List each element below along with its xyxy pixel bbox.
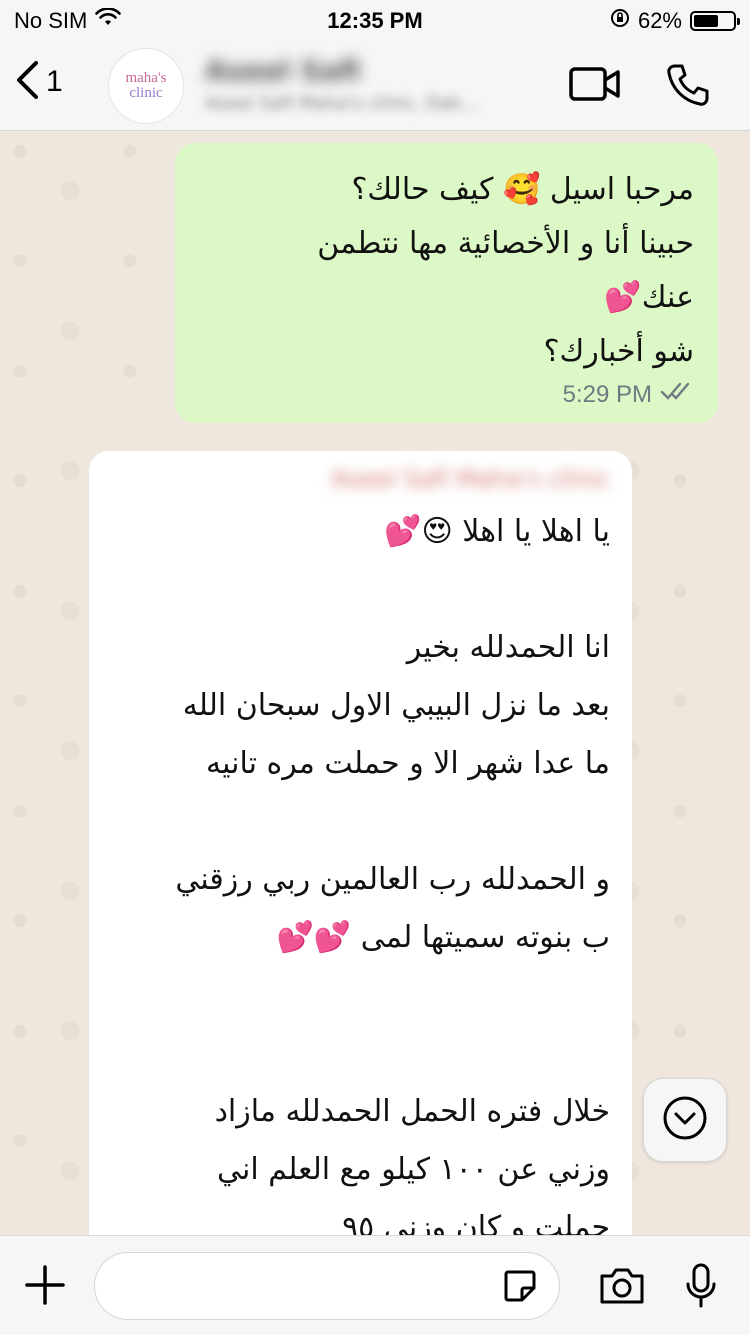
chevron-down-circle-icon [661, 1094, 709, 1146]
voice-call-button[interactable] [665, 62, 711, 112]
message-text-line: خلال فتره الحمل الحمدلله مازاد [214, 1094, 610, 1129]
camera-button[interactable] [598, 1266, 646, 1310]
status-bar: No SIM 12:35 PM 62% [0, 0, 750, 40]
message-text-line: مرحبا اسيل 🥰 كيف حالك؟ [351, 172, 694, 207]
status-right: 62% [610, 8, 740, 34]
sticker-icon [502, 1270, 538, 1308]
camera-icon [598, 1268, 646, 1310]
outgoing-message[interactable]: مرحبا اسيل 🥰 كيف حالك؟ حبينا أنا و الأخص… [175, 143, 718, 423]
chevron-left-icon [14, 60, 40, 104]
microphone-button[interactable] [684, 1262, 718, 1314]
chat-area[interactable]: مرحبا اسيل 🥰 كيف حالك؟ حبينا أنا و الأخص… [0, 131, 750, 1235]
message-meta: 5:29 PM [563, 380, 694, 409]
battery-level [694, 15, 718, 27]
video-call-button[interactable] [568, 64, 622, 108]
battery-icon [690, 11, 740, 31]
unread-count: 1 [46, 65, 63, 98]
scroll-to-bottom-button[interactable] [643, 1078, 727, 1162]
message-input[interactable] [117, 1253, 501, 1315]
message-text-line: انا الحمدلله بخير [406, 630, 610, 665]
avatar-logo-line1: maha's [125, 70, 167, 86]
plus-icon [24, 1265, 66, 1310]
message-field[interactable] [94, 1252, 560, 1320]
video-camera-icon [568, 67, 622, 108]
attach-button[interactable] [24, 1264, 66, 1310]
battery-percent: 62% [637, 8, 682, 33]
message-text-line: حملت و كان وزني ٩٥ [342, 1210, 610, 1235]
message-text-line: يا اهلا يا اهلا 😍💕 [384, 514, 610, 549]
message-text-line: حبينا أنا و الأخصائية مها نتطمن [317, 226, 694, 261]
message-text-line: شو أخبارك؟ [543, 334, 694, 369]
avatar-logo-line2: clinic [129, 85, 163, 101]
message-text-line: ما عدا شهر الا و حملت مره تانيه [206, 746, 610, 781]
message-text-line: بعد ما نزل البيبي الاول سبحان الله [182, 688, 610, 723]
chat-header: 1 maha's clinic Aseel Safi Aseel Safi Ma… [0, 40, 750, 151]
input-bar [0, 1235, 750, 1335]
back-button[interactable]: 1 [14, 60, 63, 104]
incoming-message[interactable]: Aseel Safi Maha's clinic يا اهلا يا اهلا… [89, 451, 632, 1235]
message-text-line: و الحمدلله رب العالمين ربي رزقني [175, 862, 610, 897]
phone-icon [665, 64, 711, 112]
message-text-line: عنك💕 [604, 280, 694, 315]
message-sender: Aseel Safi Maha's clinic [330, 465, 610, 493]
microphone-icon [684, 1263, 718, 1314]
message-text-line: ب بنوته سميتها لمى 💕💕 [276, 920, 610, 955]
contact-name: Aseel Safi [205, 54, 361, 87]
contact-avatar[interactable]: maha's clinic [108, 48, 184, 124]
contact-info[interactable]: Aseel Safi Aseel Safi Maha's clinic, Dak… [205, 54, 545, 114]
message-time: 5:29 PM [562, 380, 652, 408]
sticker-button[interactable] [502, 1268, 538, 1308]
contact-subtitle: Aseel Safi Maha's clinic, Dak… [205, 93, 480, 114]
message-text-line: وزني عن ١٠٠ كيلو مع العلم اني [217, 1152, 610, 1187]
orientation-lock-icon [610, 8, 630, 34]
double-check-icon [660, 380, 694, 409]
